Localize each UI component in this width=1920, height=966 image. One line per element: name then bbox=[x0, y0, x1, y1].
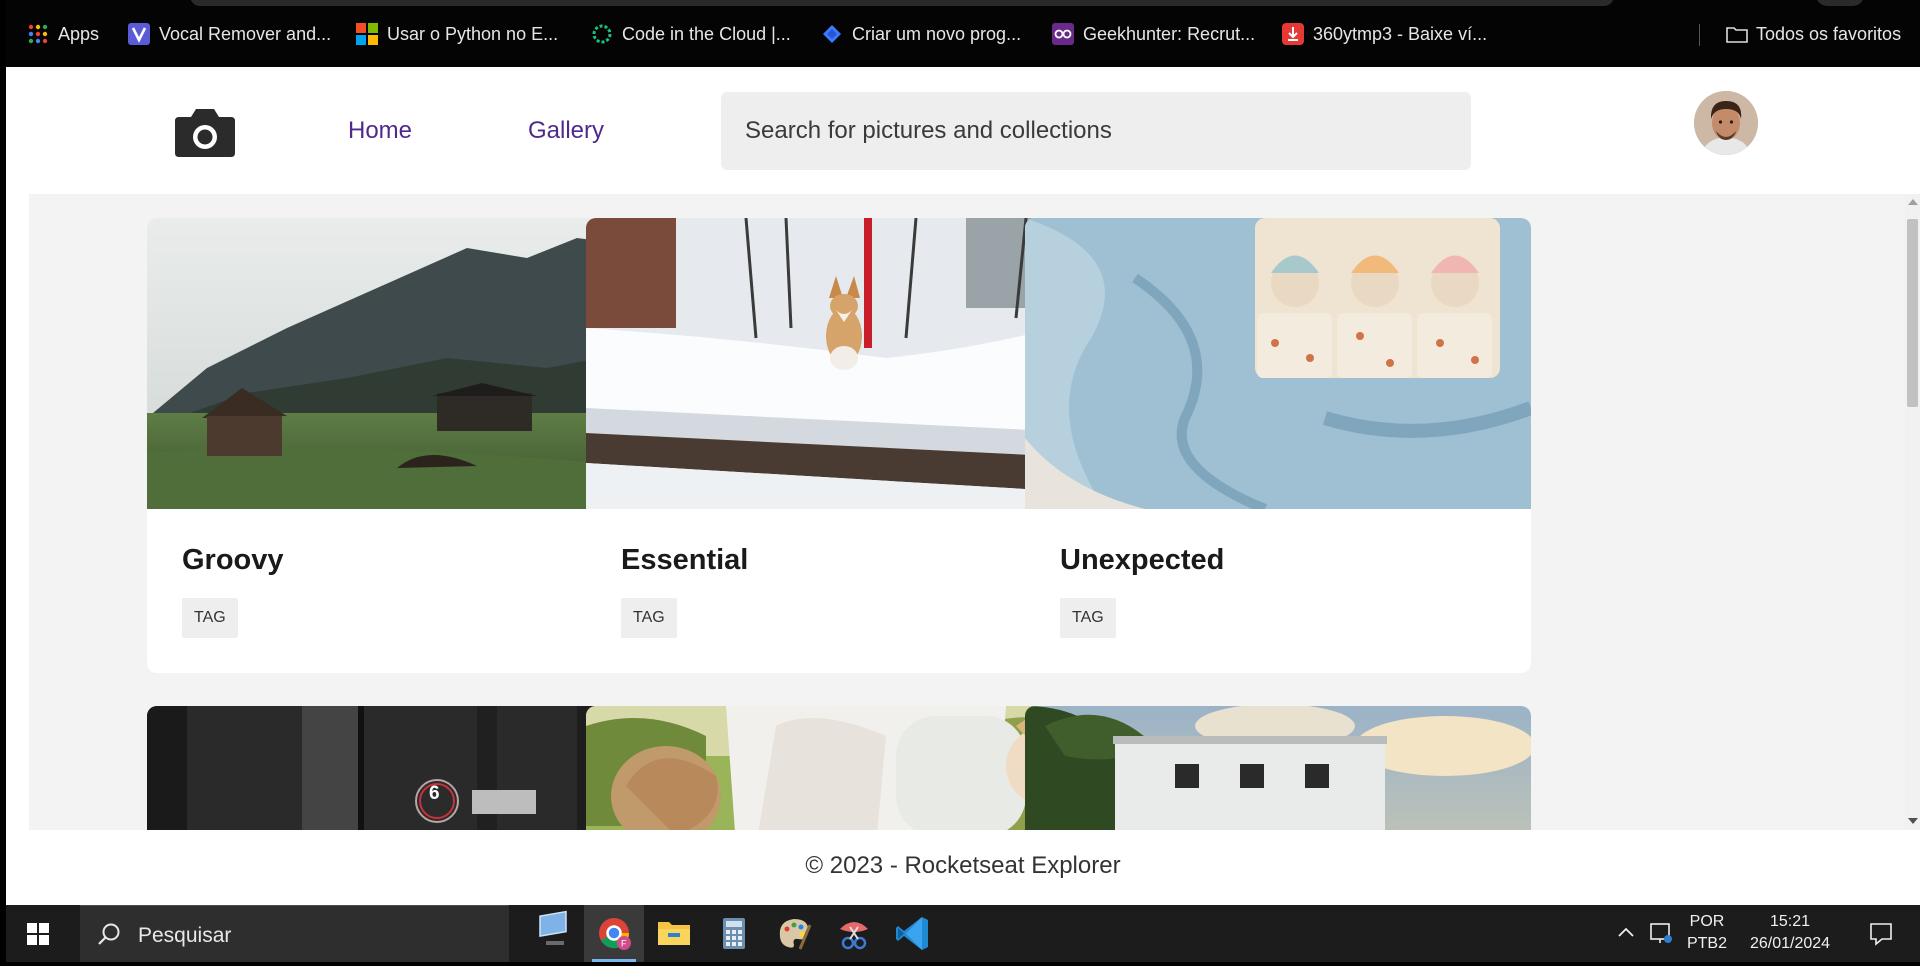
card-photo: 6 bbox=[147, 706, 653, 830]
bookmark-replit[interactable]: Code in the Cloud |... bbox=[591, 22, 791, 46]
clock-date: 26/01/2024 bbox=[1749, 935, 1831, 952]
browser-menu-button[interactable] bbox=[1816, 0, 1864, 6]
bookmark-label: Todos os favoritos bbox=[1756, 23, 1902, 44]
search-input[interactable] bbox=[721, 92, 1471, 170]
card-title: Essential bbox=[621, 544, 749, 576]
clock-time: 15:21 bbox=[1769, 913, 1811, 930]
geekhunter-icon bbox=[1052, 23, 1074, 45]
site-footer: © 2023 - Rocketseat Explorer bbox=[6, 830, 1920, 905]
footer-copyright: © 2023 - Rocketseat Explorer bbox=[805, 852, 1121, 879]
bookmark-label: 360ytmp3 - Baixe ví... bbox=[1313, 23, 1488, 44]
bookmark-label: Vocal Remover and... bbox=[159, 23, 332, 44]
bookmark-label: Geekhunter: Recrut... bbox=[1083, 23, 1256, 44]
bookmark-label: Apps bbox=[58, 23, 100, 44]
bookmark-python[interactable]: Usar o Python no E... bbox=[356, 22, 558, 46]
bookmark-label: Criar um novo prog... bbox=[852, 23, 1022, 44]
bookmark-todos-favoritos[interactable]: Todos os favoritos bbox=[1725, 22, 1901, 46]
search-icon bbox=[98, 923, 120, 945]
chrome-icon[interactable]: F bbox=[584, 905, 644, 962]
bookmark-vocal-remover[interactable]: Vocal Remover and... bbox=[128, 22, 331, 46]
scroll-down-arrow-icon[interactable] bbox=[1908, 818, 1918, 824]
bookmarks-divider bbox=[1699, 24, 1700, 46]
diamond-icon bbox=[821, 23, 843, 45]
bookmark-360ytmp3[interactable]: 360ytmp3 - Baixe ví... bbox=[1282, 22, 1487, 46]
microsoft-icon bbox=[356, 23, 378, 45]
windows-start-button[interactable] bbox=[6, 905, 80, 962]
notifications-icon[interactable] bbox=[1868, 921, 1894, 947]
nav-home-link[interactable]: Home bbox=[348, 117, 412, 145]
file-explorer-icon[interactable] bbox=[644, 905, 704, 962]
nav-gallery-link[interactable]: Gallery bbox=[528, 117, 604, 145]
windows-logo-icon bbox=[27, 923, 49, 945]
download-icon bbox=[1282, 23, 1304, 45]
card-photo bbox=[1025, 706, 1531, 830]
gallery-card[interactable]: Unexpected TAG bbox=[1025, 218, 1531, 673]
address-bar[interactable] bbox=[190, 0, 1614, 6]
card-title: Unexpected bbox=[1060, 544, 1225, 576]
calculator-icon[interactable] bbox=[704, 905, 764, 962]
page-viewport: Home Gallery Search for pictures and col… bbox=[6, 67, 1920, 905]
scroll-up-arrow-icon[interactable] bbox=[1908, 199, 1918, 205]
gallery-card[interactable]: 6 bbox=[147, 706, 653, 830]
card-photo bbox=[586, 706, 1092, 830]
bookmark-label: Code in the Cloud |... bbox=[622, 23, 791, 44]
keyboard-layout: PTB2 bbox=[1686, 935, 1727, 952]
card-photo bbox=[1025, 218, 1531, 509]
bookmark-criar-programa[interactable]: Criar um novo prog... bbox=[821, 22, 1021, 46]
user-avatar[interactable] bbox=[1694, 91, 1758, 155]
snipping-tool-icon[interactable] bbox=[824, 905, 884, 962]
bookmark-label: Usar o Python no E... bbox=[387, 23, 559, 44]
windows-taskbar: Pesquisar F POR PTB2 15:21 26/01/2024 bbox=[6, 905, 1920, 962]
card-photo bbox=[586, 218, 1092, 509]
replit-icon bbox=[591, 23, 613, 45]
taskbar-search-box[interactable]: Pesquisar bbox=[80, 905, 509, 962]
bookmarks-bar: Apps Vocal Remover and... Usar o Python … bbox=[6, 0, 1920, 67]
svg-text:F: F bbox=[621, 939, 627, 949]
network-icon[interactable] bbox=[1648, 921, 1674, 945]
page-scrollbar[interactable] bbox=[1905, 194, 1920, 830]
show-hidden-icons-chevron-icon[interactable] bbox=[1617, 925, 1635, 939]
card-tag[interactable]: TAG bbox=[1060, 598, 1116, 638]
folder-icon bbox=[1725, 23, 1748, 45]
gallery-card[interactable] bbox=[586, 706, 1092, 830]
gallery-card[interactable]: Groovy TAG bbox=[147, 218, 653, 673]
gallery-card[interactable] bbox=[1025, 706, 1531, 830]
taskbar-search-placeholder: Pesquisar bbox=[138, 924, 232, 947]
scrollbar-thumb[interactable] bbox=[1907, 219, 1918, 407]
card-tag[interactable]: TAG bbox=[621, 598, 677, 638]
card-tag[interactable]: TAG bbox=[182, 598, 238, 638]
gallery-grid: Groovy TAG Essential TAG Unexpected TAG … bbox=[29, 194, 1905, 830]
paint-icon[interactable] bbox=[764, 905, 824, 962]
card-title: Groovy bbox=[182, 544, 284, 576]
desktop-icon[interactable] bbox=[524, 905, 584, 962]
bookmark-apps[interactable]: Apps bbox=[27, 22, 99, 46]
vscode-icon[interactable] bbox=[884, 905, 944, 962]
bookmark-geekhunter[interactable]: Geekhunter: Recrut... bbox=[1052, 22, 1255, 46]
gallery-card[interactable]: Essential TAG bbox=[586, 218, 1092, 673]
site-header: Home Gallery bbox=[6, 67, 1920, 194]
language-indicator[interactable]: POR PTB2 bbox=[1682, 913, 1732, 953]
apps-grid-icon bbox=[27, 23, 49, 45]
clock[interactable]: 15:21 26/01/2024 bbox=[1741, 913, 1839, 953]
floor-number-badge: 6 bbox=[429, 783, 440, 804]
card-photo bbox=[147, 218, 653, 509]
camera-icon[interactable] bbox=[173, 105, 237, 159]
vocal-remover-icon bbox=[128, 23, 150, 45]
language-code: POR bbox=[1689, 913, 1725, 930]
